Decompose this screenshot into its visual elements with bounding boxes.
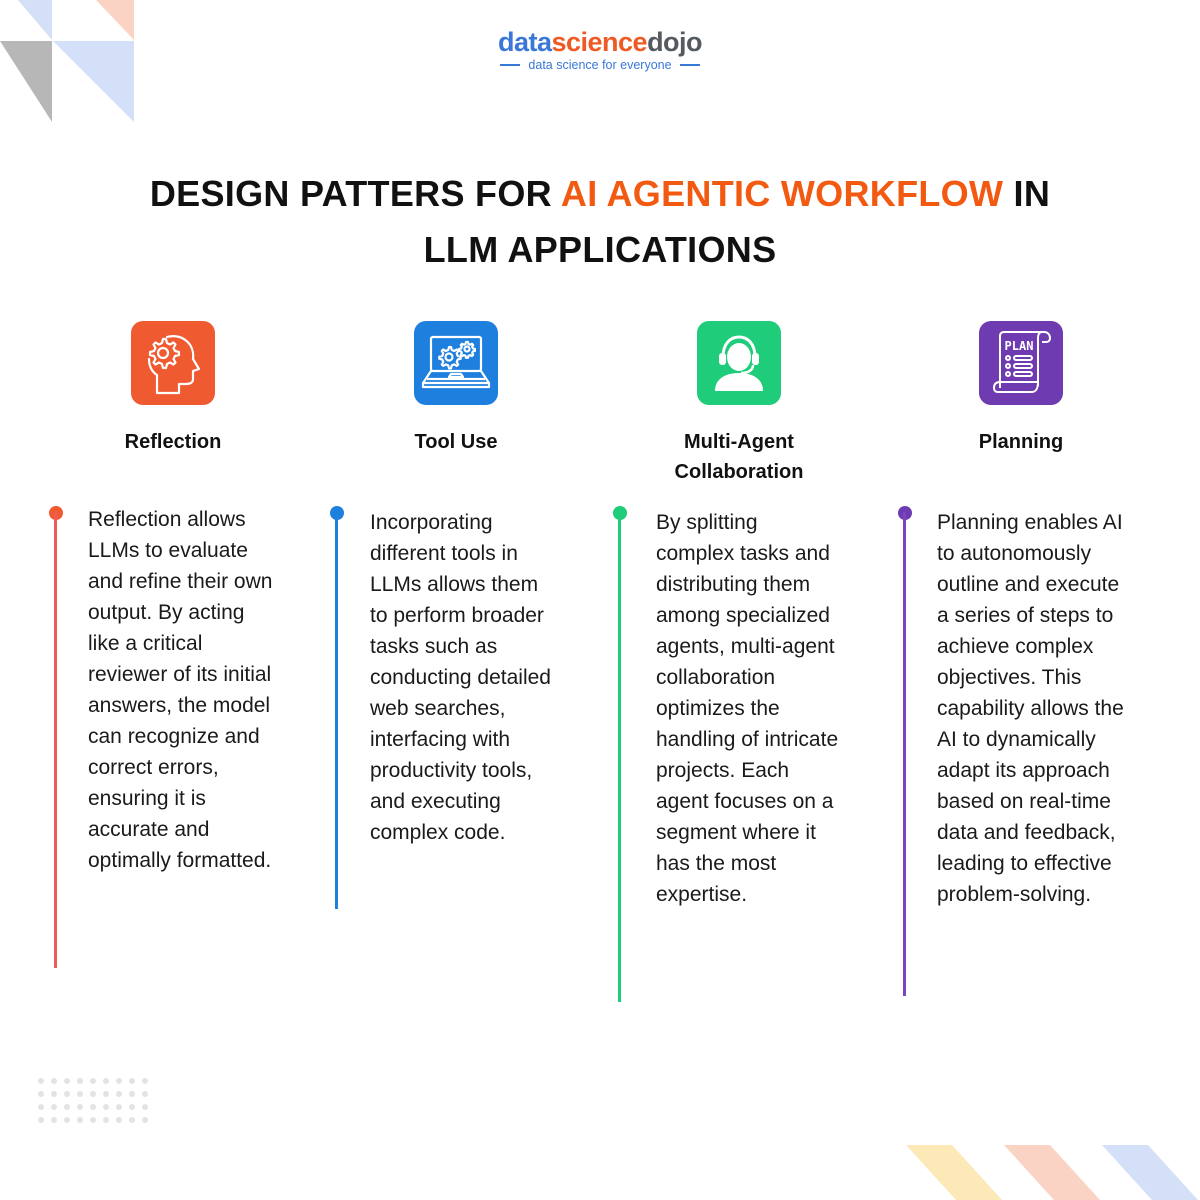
timeline-line-reflection: [54, 512, 57, 968]
title-suffix: IN: [1003, 173, 1051, 214]
logo-wordmark: datasciencedojo: [480, 26, 720, 58]
headset-agent-icon: [715, 335, 763, 391]
timeline-line-planning: [903, 512, 906, 996]
logo-part-science: science: [551, 27, 648, 57]
pattern-description-reflection: Reflection allows LLMs to evaluate and r…: [88, 508, 273, 872]
tool-use-icon-tile: [414, 321, 498, 405]
title-prefix: DESIGN PATTERS FOR: [149, 173, 561, 214]
timeline-line-tool-use: [335, 512, 338, 909]
logo-tagline: data science for everyone: [480, 58, 720, 72]
dot-grid-decoration: [38, 1078, 155, 1123]
pattern-title-multi-agent: Multi-Agent Collaboration: [674, 431, 804, 483]
divider: [679, 64, 700, 66]
timeline-line-multi-agent: [618, 512, 621, 1002]
brand-logo: datasciencedojo data science for everyon…: [480, 26, 720, 72]
pattern-description-multi-agent: By splitting complex tasks and distribut…: [656, 511, 839, 906]
title-accent: AI AGENTIC WORKFLOW: [560, 173, 1004, 214]
plan-scroll-icon: PLAN: [992, 331, 1052, 393]
pattern-title-reflection: Reflection: [124, 431, 222, 453]
logo-part-dojo: dojo: [647, 27, 703, 57]
page-title: DESIGN PATTERS FOR AI AGENTIC WORKFLOW I…: [100, 166, 1100, 278]
title-line2: LLM APPLICATIONS: [423, 229, 777, 270]
corner-decoration: [0, 0, 134, 122]
pattern-description-tool-use: Incorporating different tools in LLMs al…: [370, 511, 551, 844]
logo-part-data: data: [497, 27, 552, 57]
head-gear-icon: [147, 335, 201, 395]
planning-icon-tile: PLAN: [979, 321, 1063, 405]
multi-agent-icon-tile: [697, 321, 781, 405]
divider: [500, 64, 521, 66]
tagline-text: data science for everyone: [528, 58, 672, 72]
laptop-gears-icon: [421, 335, 491, 389]
pattern-description-planning: Planning enables AI to autonomously outl…: [937, 511, 1124, 906]
pattern-title-planning: Planning: [978, 431, 1064, 453]
pattern-title-tool-use: Tool Use: [414, 431, 498, 453]
reflection-icon-tile: [131, 321, 215, 405]
stripe-decoration: [906, 1145, 1198, 1200]
plan-label: PLAN: [1005, 339, 1034, 353]
